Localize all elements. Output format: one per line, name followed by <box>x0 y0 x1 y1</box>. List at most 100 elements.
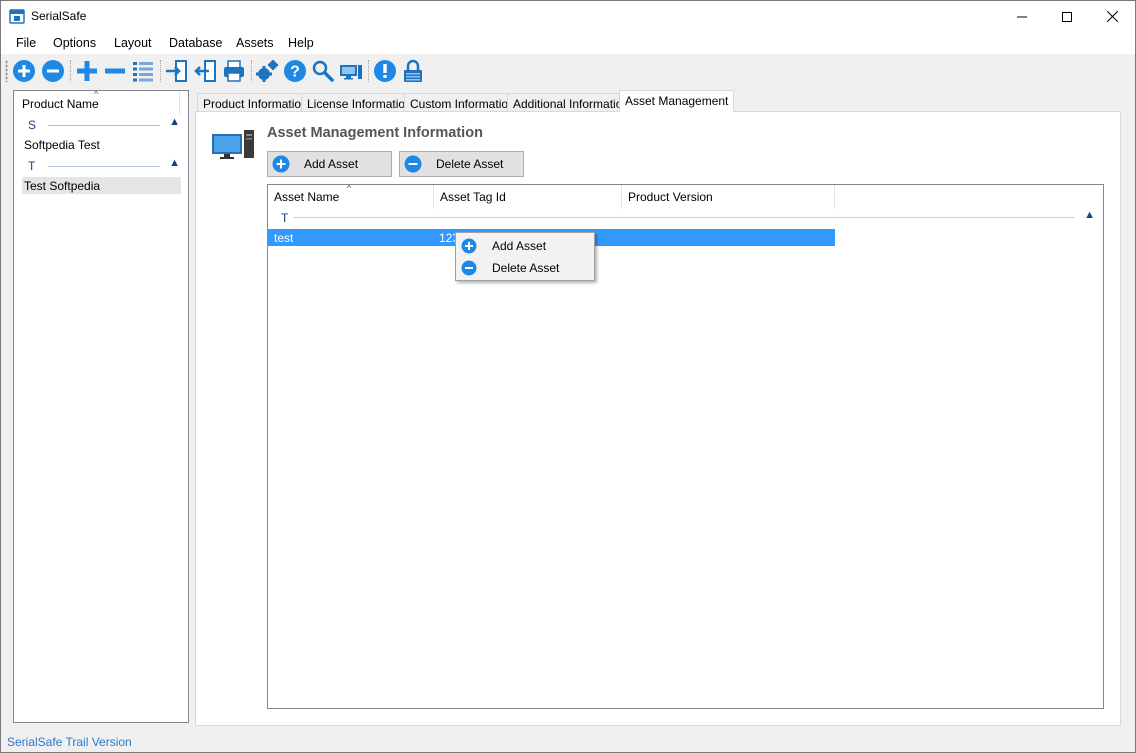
lock-button[interactable] <box>401 59 425 83</box>
toolbar-separator <box>70 60 71 82</box>
app-logo-icon <box>9 9 25 24</box>
lock-icon <box>404 59 422 82</box>
print-button[interactable] <box>222 59 246 83</box>
menu-help[interactable]: Help <box>288 36 314 50</box>
print-icon <box>224 60 244 82</box>
computer-icon <box>340 65 362 80</box>
maximize-icon <box>1062 11 1072 22</box>
menu-layout[interactable]: Layout <box>114 36 152 50</box>
context-item-label: Add Asset <box>492 239 547 253</box>
add-circle-icon <box>461 238 477 254</box>
close-button[interactable] <box>1089 1 1135 32</box>
import-icon <box>166 60 187 82</box>
list-item-selected[interactable]: Test Softpedia <box>22 177 181 194</box>
import-button[interactable] <box>165 59 189 83</box>
group-divider <box>48 166 160 167</box>
remove-circle-icon <box>42 60 64 82</box>
column-header-product-version[interactable]: Product Version <box>622 185 835 209</box>
group-header-s[interactable]: S ▲ <box>14 116 188 134</box>
column-header-label: Product Version <box>628 190 713 204</box>
help-button[interactable]: ? <box>283 59 307 83</box>
collapse-group-icon[interactable]: ▲ <box>169 157 180 169</box>
toolbar-separator <box>368 60 369 82</box>
sort-ascending-icon: ^ <box>94 89 99 99</box>
remove-product-button[interactable] <box>41 59 65 83</box>
tab-additional-information[interactable]: Additional Information <box>507 93 636 112</box>
delete-asset-button[interactable]: Delete Asset <box>399 151 524 177</box>
toolbar: ? <box>1 54 1135 88</box>
svg-text:?: ? <box>290 64 300 81</box>
product-name-column-header[interactable]: Product Name ^ <box>14 89 180 115</box>
tab-product-information[interactable]: Product Information <box>197 93 314 112</box>
toolbar-separator <box>160 60 161 82</box>
grid-group-header[interactable]: T ▲ <box>268 209 1103 227</box>
menu-database[interactable]: Database <box>169 36 223 50</box>
product-list[interactable]: Product Name ^ S ▲ Softpedia Test T ▲ Te… <box>13 89 189 723</box>
section-title: Asset Management Information <box>267 125 483 141</box>
group-header-t[interactable]: T ▲ <box>14 157 188 175</box>
group-divider <box>48 125 160 126</box>
app-window: SerialSafe File Options Layout Database … <box>0 0 1136 753</box>
list-icon <box>133 62 153 82</box>
menu-file[interactable]: File <box>16 36 36 50</box>
status-text: SerialSafe Trail Version <box>7 735 132 749</box>
export-icon <box>194 60 216 82</box>
context-item-label: Delete Asset <box>492 261 560 275</box>
plus-icon <box>77 61 97 81</box>
tab-custom-information[interactable]: Custom Information <box>404 93 521 112</box>
group-divider <box>293 217 1075 218</box>
list-item[interactable]: Softpedia Test <box>22 136 181 153</box>
window-title: SerialSafe <box>31 9 87 23</box>
menu-assets[interactable]: Assets <box>236 36 274 50</box>
status-bar: SerialSafe Trail Version <box>1 731 1135 752</box>
search-button[interactable] <box>311 59 335 83</box>
delete-asset-label: Delete Asset <box>436 157 504 171</box>
toolbar-grip[interactable] <box>5 60 8 82</box>
add-item-button[interactable] <box>75 59 99 83</box>
asset-grid[interactable]: Asset Name ^ Asset Tag Id Product Versio… <box>267 184 1104 709</box>
add-product-button[interactable] <box>12 59 36 83</box>
help-icon: ? <box>284 60 306 82</box>
alert-button[interactable] <box>373 59 397 83</box>
collapse-group-icon[interactable]: ▲ <box>169 116 180 128</box>
settings-button[interactable] <box>255 59 279 83</box>
menu-bar: File Options Layout Database Assets Help <box>1 32 1135 54</box>
add-asset-button[interactable]: Add Asset <box>267 151 392 177</box>
remove-circle-icon <box>461 260 477 276</box>
search-icon <box>312 60 334 82</box>
add-circle-icon <box>13 60 35 82</box>
maximize-button[interactable] <box>1044 1 1090 32</box>
column-header-asset-name[interactable]: Asset Name ^ <box>268 185 434 209</box>
alert-icon <box>374 60 396 82</box>
asset-management-page: Asset Management Information Add Asset D… <box>195 111 1121 726</box>
group-letter: S <box>28 118 37 132</box>
column-header-label: Product Name <box>22 97 99 111</box>
remove-circle-icon <box>404 155 422 173</box>
context-add-asset[interactable]: Add Asset <box>458 235 592 257</box>
list-view-button[interactable] <box>131 59 155 83</box>
remove-item-button[interactable] <box>103 59 127 83</box>
column-header-asset-tag-id[interactable]: Asset Tag Id <box>434 185 622 209</box>
context-delete-asset[interactable]: Delete Asset <box>458 257 592 279</box>
tab-license-information[interactable]: License Information <box>301 93 418 112</box>
close-icon <box>1106 11 1118 22</box>
asset-name-cell: test <box>274 231 294 245</box>
minimize-icon <box>1017 16 1027 17</box>
column-header-label: Asset Tag Id <box>440 190 506 204</box>
asset-computer-button[interactable] <box>339 59 363 83</box>
settings-gears-icon <box>256 60 278 82</box>
tab-asset-management[interactable]: Asset Management <box>619 90 735 112</box>
minimize-button[interactable] <box>999 1 1045 32</box>
menu-options[interactable]: Options <box>53 36 96 50</box>
title-bar: SerialSafe <box>1 1 1135 32</box>
export-button[interactable] <box>194 59 218 83</box>
add-circle-icon <box>272 155 290 173</box>
add-asset-label: Add Asset <box>304 157 359 171</box>
minus-icon <box>105 68 125 74</box>
group-letter: T <box>281 211 289 225</box>
group-letter: T <box>28 159 36 173</box>
computer-icon <box>212 130 254 159</box>
context-menu: Add Asset Delete Asset <box>455 232 595 281</box>
sort-ascending-icon: ^ <box>347 184 352 193</box>
collapse-group-icon[interactable]: ▲ <box>1084 209 1095 221</box>
